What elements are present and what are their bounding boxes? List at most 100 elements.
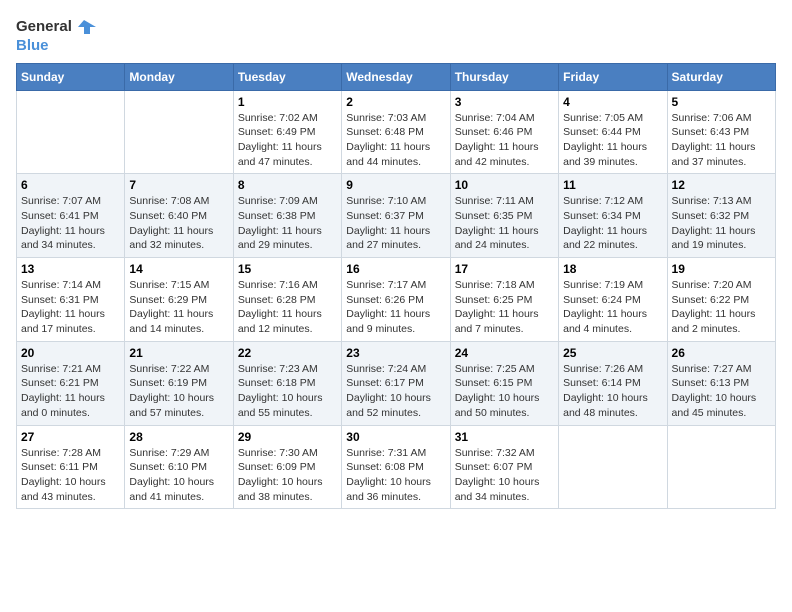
day-number: 1 bbox=[238, 95, 337, 109]
calendar-cell: 7Sunrise: 7:08 AMSunset: 6:40 PMDaylight… bbox=[125, 174, 233, 258]
day-info: Sunrise: 7:05 AMSunset: 6:44 PMDaylight:… bbox=[563, 111, 662, 170]
day-number: 10 bbox=[455, 178, 554, 192]
day-number: 15 bbox=[238, 262, 337, 276]
day-info: Sunrise: 7:02 AMSunset: 6:49 PMDaylight:… bbox=[238, 111, 337, 170]
day-number: 20 bbox=[21, 346, 120, 360]
week-row-3: 13Sunrise: 7:14 AMSunset: 6:31 PMDayligh… bbox=[17, 258, 776, 342]
day-number: 9 bbox=[346, 178, 445, 192]
day-number: 28 bbox=[129, 430, 228, 444]
day-info: Sunrise: 7:22 AMSunset: 6:19 PMDaylight:… bbox=[129, 362, 228, 421]
calendar-cell: 3 Sunrise: 7:04 AMSunset: 6:46 PMDaylight… bbox=[450, 90, 558, 174]
calendar-cell: 2 Sunrise: 7:03 AMSunset: 6:48 PMDaylight… bbox=[342, 90, 450, 174]
day-number: 2 bbox=[346, 95, 445, 109]
day-number: 27 bbox=[21, 430, 120, 444]
day-info: Sunrise: 7:29 AMSunset: 6:10 PMDaylight:… bbox=[129, 446, 228, 505]
day-number: 19 bbox=[672, 262, 771, 276]
day-info: Sunrise: 7:25 AMSunset: 6:15 PMDaylight:… bbox=[455, 362, 554, 421]
day-number: 22 bbox=[238, 346, 337, 360]
week-row-2: 6 Sunrise: 7:07 AMSunset: 6:41 PMDaylight… bbox=[17, 174, 776, 258]
header-day-wednesday: Wednesday bbox=[342, 63, 450, 90]
header-day-monday: Monday bbox=[125, 63, 233, 90]
day-info: Sunrise: 7:17 AMSunset: 6:26 PMDaylight:… bbox=[346, 278, 445, 337]
header-day-thursday: Thursday bbox=[450, 63, 558, 90]
calendar-table: SundayMondayTuesdayWednesdayThursdayFrid… bbox=[16, 63, 776, 510]
logo-text-general: General bbox=[16, 19, 72, 36]
day-info: Sunrise: 7:04 AMSunset: 6:46 PMDaylight:… bbox=[455, 111, 554, 170]
day-number: 3 bbox=[455, 95, 554, 109]
calendar-cell: 23Sunrise: 7:24 AMSunset: 6:17 PMDayligh… bbox=[342, 341, 450, 425]
logo-bird-icon bbox=[74, 16, 96, 38]
day-info: Sunrise: 7:06 AMSunset: 6:43 PMDaylight:… bbox=[672, 111, 771, 170]
header-day-tuesday: Tuesday bbox=[233, 63, 341, 90]
day-info: Sunrise: 7:03 AMSunset: 6:48 PMDaylight:… bbox=[346, 111, 445, 170]
day-info: Sunrise: 7:13 AMSunset: 6:32 PMDaylight:… bbox=[672, 194, 771, 253]
day-number: 18 bbox=[563, 262, 662, 276]
day-number: 5 bbox=[672, 95, 771, 109]
calendar-cell: 13Sunrise: 7:14 AMSunset: 6:31 PMDayligh… bbox=[17, 258, 125, 342]
calendar-cell: 29 Sunrise: 7:30 AMSunset: 6:09 PMDayligh… bbox=[233, 425, 341, 509]
day-number: 21 bbox=[129, 346, 228, 360]
calendar-cell: 5 Sunrise: 7:06 AMSunset: 6:43 PMDaylight… bbox=[667, 90, 775, 174]
calendar-cell: 24 Sunrise: 7:25 AMSunset: 6:15 PMDayligh… bbox=[450, 341, 558, 425]
page-header: General Blue bbox=[16, 16, 776, 55]
week-row-5: 27 Sunrise: 7:28 AMSunset: 6:11 PMDayligh… bbox=[17, 425, 776, 509]
day-info: Sunrise: 7:26 AMSunset: 6:14 PMDaylight:… bbox=[563, 362, 662, 421]
calendar-cell: 18Sunrise: 7:19 AMSunset: 6:24 PMDayligh… bbox=[559, 258, 667, 342]
day-number: 24 bbox=[455, 346, 554, 360]
calendar-cell: 6 Sunrise: 7:07 AMSunset: 6:41 PMDaylight… bbox=[17, 174, 125, 258]
day-info: Sunrise: 7:28 AMSunset: 6:11 PMDaylight:… bbox=[21, 446, 120, 505]
calendar-cell: 12 Sunrise: 7:13 AMSunset: 6:32 PMDayligh… bbox=[667, 174, 775, 258]
calendar-cell: 17Sunrise: 7:18 AMSunset: 6:25 PMDayligh… bbox=[450, 258, 558, 342]
calendar-cell: 21 Sunrise: 7:22 AMSunset: 6:19 PMDayligh… bbox=[125, 341, 233, 425]
day-info: Sunrise: 7:23 AMSunset: 6:18 PMDaylight:… bbox=[238, 362, 337, 421]
day-number: 29 bbox=[238, 430, 337, 444]
calendar-cell: 1 Sunrise: 7:02 AMSunset: 6:49 PMDaylight… bbox=[233, 90, 341, 174]
logo-text-blue: Blue bbox=[16, 38, 96, 55]
day-info: Sunrise: 7:20 AMSunset: 6:22 PMDaylight:… bbox=[672, 278, 771, 337]
day-number: 31 bbox=[455, 430, 554, 444]
header-day-saturday: Saturday bbox=[667, 63, 775, 90]
calendar-cell: 11 Sunrise: 7:12 AMSunset: 6:34 PMDayligh… bbox=[559, 174, 667, 258]
calendar-cell: 26 Sunrise: 7:27 AMSunset: 6:13 PMDayligh… bbox=[667, 341, 775, 425]
calendar-cell: 27 Sunrise: 7:28 AMSunset: 6:11 PMDayligh… bbox=[17, 425, 125, 509]
day-number: 26 bbox=[672, 346, 771, 360]
calendar-cell: 20 Sunrise: 7:21 AMSunset: 6:21 PMDayligh… bbox=[17, 341, 125, 425]
calendar-cell: 15Sunrise: 7:16 AMSunset: 6:28 PMDayligh… bbox=[233, 258, 341, 342]
day-info: Sunrise: 7:30 AMSunset: 6:09 PMDaylight:… bbox=[238, 446, 337, 505]
calendar-cell: 31Sunrise: 7:32 AMSunset: 6:07 PMDayligh… bbox=[450, 425, 558, 509]
calendar-cell bbox=[125, 90, 233, 174]
day-info: Sunrise: 7:12 AMSunset: 6:34 PMDaylight:… bbox=[563, 194, 662, 253]
day-number: 16 bbox=[346, 262, 445, 276]
day-number: 14 bbox=[129, 262, 228, 276]
calendar-cell: 14 Sunrise: 7:15 AMSunset: 6:29 PMDayligh… bbox=[125, 258, 233, 342]
calendar-cell: 10 Sunrise: 7:11 AMSunset: 6:35 PMDayligh… bbox=[450, 174, 558, 258]
day-info: Sunrise: 7:09 AMSunset: 6:38 PMDaylight:… bbox=[238, 194, 337, 253]
header-day-sunday: Sunday bbox=[17, 63, 125, 90]
day-info: Sunrise: 7:14 AMSunset: 6:31 PMDaylight:… bbox=[21, 278, 120, 337]
calendar-cell: 4 Sunrise: 7:05 AMSunset: 6:44 PMDaylight… bbox=[559, 90, 667, 174]
day-number: 12 bbox=[672, 178, 771, 192]
calendar-cell: 19 Sunrise: 7:20 AMSunset: 6:22 PMDayligh… bbox=[667, 258, 775, 342]
day-info: Sunrise: 7:11 AMSunset: 6:35 PMDaylight:… bbox=[455, 194, 554, 253]
calendar-cell: 25Sunrise: 7:26 AMSunset: 6:14 PMDayligh… bbox=[559, 341, 667, 425]
day-info: Sunrise: 7:08 AMSunset: 6:40 PMDaylight:… bbox=[129, 194, 228, 253]
header-day-friday: Friday bbox=[559, 63, 667, 90]
calendar-cell: 9 Sunrise: 7:10 AMSunset: 6:37 PMDaylight… bbox=[342, 174, 450, 258]
day-number: 8 bbox=[238, 178, 337, 192]
day-number: 4 bbox=[563, 95, 662, 109]
day-info: Sunrise: 7:15 AMSunset: 6:29 PMDaylight:… bbox=[129, 278, 228, 337]
calendar-cell: 8 Sunrise: 7:09 AMSunset: 6:38 PMDaylight… bbox=[233, 174, 341, 258]
day-info: Sunrise: 7:10 AMSunset: 6:37 PMDaylight:… bbox=[346, 194, 445, 253]
day-info: Sunrise: 7:27 AMSunset: 6:13 PMDaylight:… bbox=[672, 362, 771, 421]
day-info: Sunrise: 7:07 AMSunset: 6:41 PMDaylight:… bbox=[21, 194, 120, 253]
day-info: Sunrise: 7:31 AMSunset: 6:08 PMDaylight:… bbox=[346, 446, 445, 505]
day-number: 11 bbox=[563, 178, 662, 192]
week-row-1: 1 Sunrise: 7:02 AMSunset: 6:49 PMDaylight… bbox=[17, 90, 776, 174]
day-info: Sunrise: 7:24 AMSunset: 6:17 PMDaylight:… bbox=[346, 362, 445, 421]
day-info: Sunrise: 7:21 AMSunset: 6:21 PMDaylight:… bbox=[21, 362, 120, 421]
logo: General Blue bbox=[16, 16, 96, 55]
header-row: SundayMondayTuesdayWednesdayThursdayFrid… bbox=[17, 63, 776, 90]
calendar-cell bbox=[559, 425, 667, 509]
day-number: 6 bbox=[21, 178, 120, 192]
week-row-4: 20 Sunrise: 7:21 AMSunset: 6:21 PMDayligh… bbox=[17, 341, 776, 425]
